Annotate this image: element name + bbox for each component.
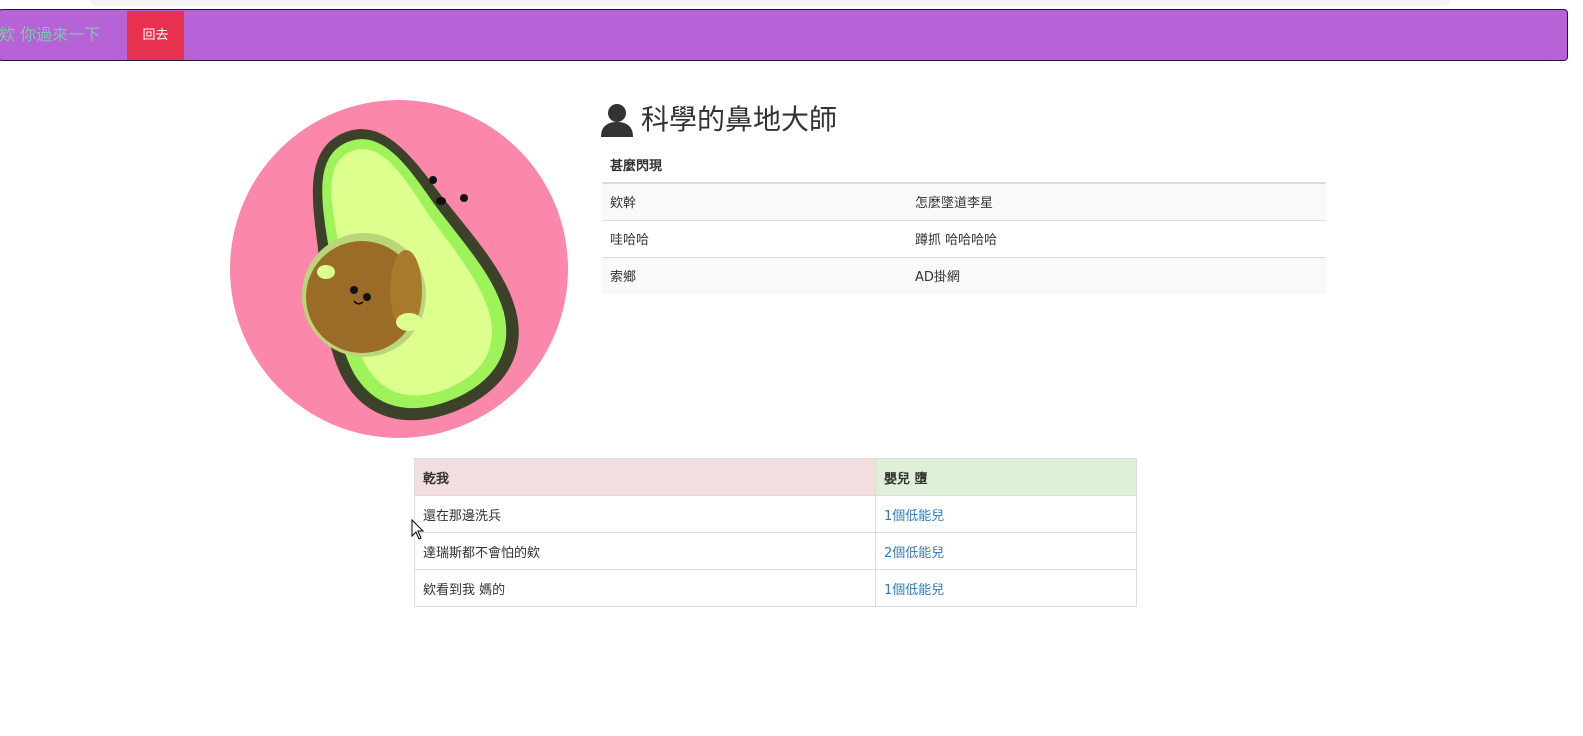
navbar: 欸 你過來一下 回去 xyxy=(0,9,1568,61)
list-table: 乾我 嬰兒 墮 還在那邊洗兵 1個低能兒 達瑞斯都不會怕的欸 2個低能兒 欸看到… xyxy=(414,458,1137,607)
table-row: 欸看到我 媽的 1個低能兒 xyxy=(414,569,1137,607)
info-value: AD掛網 xyxy=(907,256,1326,294)
info-label: 欸幹 xyxy=(602,182,907,220)
profile-info-table: 甚麼閃現 欸幹 怎麼墜道李星 哇哈哈 蹲抓 哈哈哈哈 索鄉 AD掛網 xyxy=(602,146,1326,294)
table-row: 哇哈哈 蹲抓 哈哈哈哈 xyxy=(602,219,1326,257)
info-table-header: 甚麼閃現 xyxy=(602,146,1326,184)
avocado-avatar xyxy=(230,100,568,438)
navbar-brand[interactable]: 欸 你過來一下 xyxy=(0,24,100,46)
row-text: 還在那邊洗兵 xyxy=(414,495,876,533)
user-icon xyxy=(601,104,633,137)
column-header-right: 嬰兒 墮 xyxy=(875,458,1137,496)
row-link[interactable]: 1個低能兒 xyxy=(884,583,944,598)
table-row: 索鄉 AD掛網 xyxy=(602,256,1326,294)
row-text: 達瑞斯都不會怕的欸 xyxy=(414,532,876,570)
back-button[interactable]: 回去 xyxy=(127,11,184,60)
column-header-left: 乾我 xyxy=(414,458,876,496)
row-link[interactable]: 2個低能兒 xyxy=(884,546,944,561)
info-value: 蹲抓 哈哈哈哈 xyxy=(907,219,1326,257)
info-label: 哇哈哈 xyxy=(602,219,907,257)
table-row: 欸幹 怎麼墜道李星 xyxy=(602,182,1326,220)
profile-name: 科學的鼻地大師 xyxy=(641,103,838,136)
mouse-cursor-icon xyxy=(411,519,425,540)
table-row: 還在那邊洗兵 1個低能兒 xyxy=(414,495,1137,533)
top-window-strip xyxy=(90,0,1450,6)
info-label: 索鄉 xyxy=(602,256,907,294)
row-text: 欸看到我 媽的 xyxy=(414,569,876,607)
row-link[interactable]: 1個低能兒 xyxy=(884,509,944,524)
table-row: 達瑞斯都不會怕的欸 2個低能兒 xyxy=(414,532,1137,570)
info-value: 怎麼墜道李星 xyxy=(907,182,1326,220)
profile-header: 科學的鼻地大師 xyxy=(601,100,837,140)
